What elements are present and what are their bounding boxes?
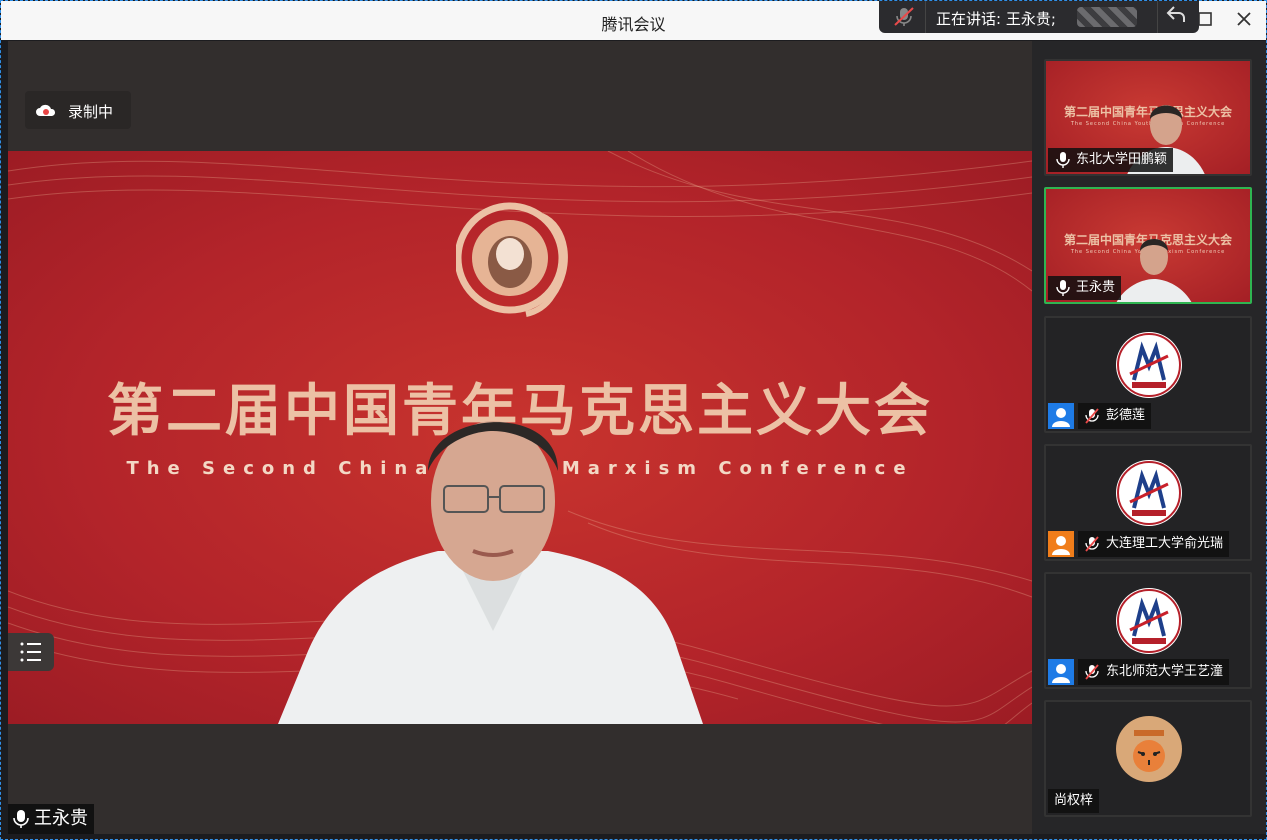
blurred-name — [1077, 7, 1137, 27]
avatar-icon — [1048, 403, 1074, 429]
mic-muted-icon — [1085, 664, 1099, 680]
participant-name: 大连理工大学俞光瑞 — [1106, 536, 1224, 551]
divider — [925, 1, 926, 33]
meeting-window: 腾讯会议 正在讲话: 王永贵; 录制中 第二届中国青年马克思主义大会 The S… — [0, 0, 1267, 840]
speaking-label: 正在讲话: 王永贵; — [936, 10, 1056, 28]
youth-marxism-logo — [1116, 460, 1182, 526]
recording-label: 录制中 — [68, 103, 114, 121]
participant-name: 王永贵 — [1076, 280, 1116, 295]
participant-name-tag: 王永贵 — [1048, 276, 1122, 300]
main-speaker-tag: 王永贵 — [8, 804, 94, 834]
cloud-record-icon — [36, 104, 56, 116]
participant-name-tag: 大连理工大学俞光瑞 — [1078, 531, 1230, 557]
participant-video — [1116, 239, 1192, 302]
participant-name-tag: 彭德莲 — [1078, 403, 1152, 429]
participant-list-button[interactable] — [8, 633, 54, 671]
participant-sidebar: 第二届中国青年马克思主义大会 The Second China Youth Ma… — [1032, 41, 1266, 834]
participant-tile[interactable]: 彭德莲 — [1044, 316, 1252, 433]
participant-name: 尚权梓 — [1054, 793, 1094, 808]
mic-muted-icon — [1085, 536, 1099, 552]
youth-marxism-logo — [1116, 332, 1182, 398]
participant-tile[interactable]: 大连理工大学俞光瑞 — [1044, 444, 1252, 561]
participant-tile[interactable]: 东北师范大学王艺潼 — [1044, 572, 1252, 689]
participant-name-tag: 尚权梓 — [1048, 789, 1100, 813]
speaking-indicator[interactable]: 正在讲话: 王永贵; — [879, 1, 1199, 33]
participant-tile-active[interactable]: 第二届中国青年马克思主义大会 The Second China Youth Ma… — [1044, 187, 1252, 304]
microphone-icon — [1056, 280, 1070, 296]
microphone-icon — [1056, 152, 1070, 168]
main-speaker-name: 王永贵 — [34, 808, 88, 829]
participant-tile[interactable]: 第二届中国青年马克思主义大会 The Second China Youth Ma… — [1044, 59, 1252, 176]
participant-name-tag: 东北师范大学王艺潼 — [1078, 659, 1230, 685]
participant-name: 东北师范大学王艺潼 — [1106, 664, 1224, 679]
avatar-icon — [1048, 531, 1074, 557]
undo-arrow-icon[interactable] — [1165, 3, 1187, 30]
main-video-area: 录制中 第二届中国青年马克思主义大会 The Second China Marx… — [8, 41, 1032, 834]
participant-name: 彭德莲 — [1106, 408, 1146, 423]
youth-marxism-logo — [1116, 588, 1182, 654]
participant-name-tag: 东北大学田鹏颖 — [1048, 148, 1174, 172]
close-icon[interactable] — [1232, 9, 1256, 33]
mic-muted-icon — [894, 7, 914, 26]
mic-muted-icon — [1085, 408, 1099, 424]
divider — [1157, 1, 1158, 33]
tiger-avatar — [1116, 716, 1182, 782]
speaker-video — [278, 421, 703, 724]
participant-name: 东北大学田鹏颖 — [1076, 152, 1168, 167]
participant-tile[interactable]: 尚权梓 — [1044, 700, 1252, 817]
microphone-icon — [13, 810, 29, 828]
avatar-icon — [1048, 659, 1074, 685]
conference-emblem — [456, 202, 568, 317]
list-icon — [20, 642, 41, 662]
recording-badge[interactable]: 录制中 — [25, 91, 131, 129]
shared-slide: 第二届中国青年马克思主义大会 The Second China Youth Ma… — [8, 151, 1032, 724]
